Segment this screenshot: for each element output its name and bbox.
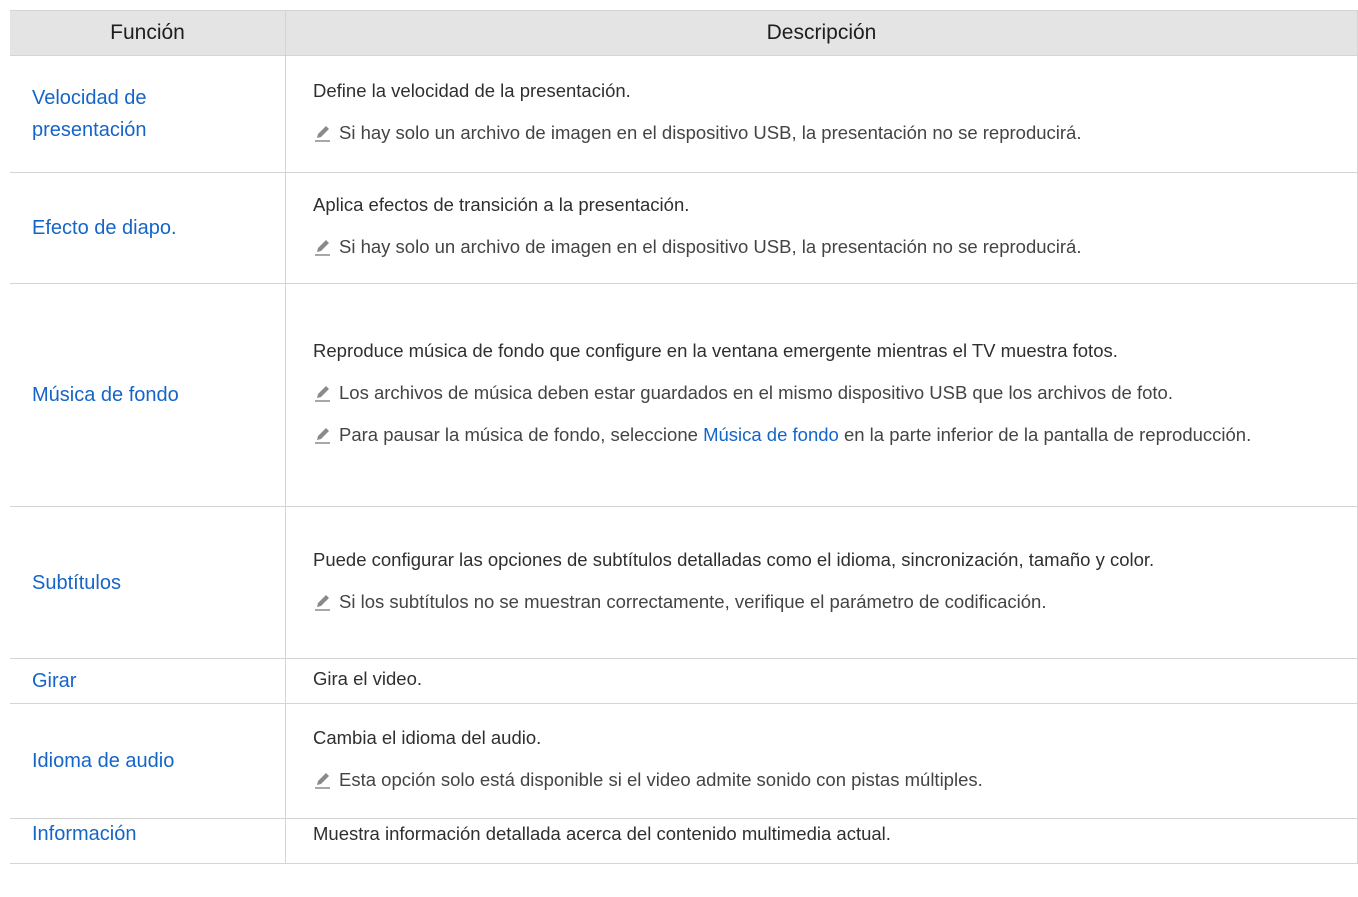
table-row: Idioma de audio Cambia el idioma del aud… <box>10 703 1358 819</box>
description-text: Gira el video. <box>313 668 422 689</box>
function-girar[interactable]: Girar <box>10 658 286 704</box>
note: Si hay solo un archivo de imagen en el d… <box>313 117 1337 149</box>
description-cell: Puede configurar las opciones de subtítu… <box>285 506 1358 659</box>
note: Esta opción solo está disponible si el v… <box>313 764 1337 796</box>
pencil-note-icon <box>315 240 330 256</box>
description-text: Aplica efectos de transición a la presen… <box>313 194 690 215</box>
description-text: Reproduce música de fondo que configure … <box>313 340 1118 361</box>
description-cell: Muestra información detallada acerca del… <box>285 818 1358 864</box>
note-text: Los archivos de música deben estar guard… <box>339 382 1173 403</box>
function-subtitulos[interactable]: Subtítulos <box>10 506 286 659</box>
description-text: Puede configurar las opciones de subtítu… <box>313 548 1155 570</box>
table-row: Velocidad de presentación Define la velo… <box>10 55 1358 173</box>
table-row: Girar Gira el video. <box>10 658 1358 704</box>
description-text: Muestra información detallada acerca del… <box>313 823 891 844</box>
pencil-note-icon <box>315 594 330 611</box>
function-informacion[interactable]: Información <box>10 818 286 864</box>
pencil-note-icon <box>315 428 330 444</box>
note-text: Esta opción solo está disponible si el v… <box>339 769 983 790</box>
description-cell: Aplica efectos de transición a la presen… <box>285 172 1358 284</box>
pencil-note-icon <box>315 773 330 789</box>
note-text-prefix: Para pausar la música de fondo, seleccio… <box>339 424 704 445</box>
function-efecto-diapo[interactable]: Efecto de diapo. <box>10 172 286 284</box>
note: Si los subtítulos no se muestran correct… <box>313 586 1337 618</box>
note: Los archivos de música deben estar guard… <box>313 377 1337 409</box>
pencil-note-icon <box>315 126 330 142</box>
pencil-note-icon <box>315 386 330 402</box>
note-text: Si hay solo un archivo de imagen en el d… <box>339 122 1082 143</box>
table-row: Subtítulos Puede configurar las opciones… <box>10 506 1358 659</box>
function-idioma-de-audio[interactable]: Idioma de audio <box>10 703 286 819</box>
description-cell: Gira el video. <box>285 658 1358 704</box>
description-cell: Reproduce música de fondo que configure … <box>285 283 1358 507</box>
note: Si hay solo un archivo de imagen en el d… <box>313 231 1337 263</box>
note-text: Si hay solo un archivo de imagen en el d… <box>339 236 1082 257</box>
musica-de-fondo-link[interactable]: Música de fondo <box>703 424 839 445</box>
table-row: Música de fondo Reproduce música de fond… <box>10 283 1358 507</box>
feature-table: Función Descripción Velocidad de present… <box>10 10 1358 864</box>
table-header-row: Función Descripción <box>10 10 1358 56</box>
table-row: Efecto de diapo. Aplica efectos de trans… <box>10 172 1358 284</box>
header-description: Descripción <box>285 10 1358 56</box>
description-cell: Cambia el idioma del audio. Esta opción … <box>285 703 1358 819</box>
description-cell: Define la velocidad de la presentación. … <box>285 55 1358 173</box>
note: Para pausar la música de fondo, seleccio… <box>313 419 1337 451</box>
function-velocidad[interactable]: Velocidad de presentación <box>10 55 286 173</box>
table-row: Información Muestra información detallad… <box>10 818 1358 864</box>
description-text: Cambia el idioma del audio. <box>313 727 542 748</box>
note-text-suffix: en la parte inferior de la pantalla de r… <box>838 424 1252 445</box>
function-musica-de-fondo[interactable]: Música de fondo <box>10 283 286 507</box>
header-function: Función <box>10 10 286 56</box>
description-text: Define la velocidad de la presentación. <box>313 80 631 101</box>
note-text: Si los subtítulos no se muestran correct… <box>339 590 1047 612</box>
